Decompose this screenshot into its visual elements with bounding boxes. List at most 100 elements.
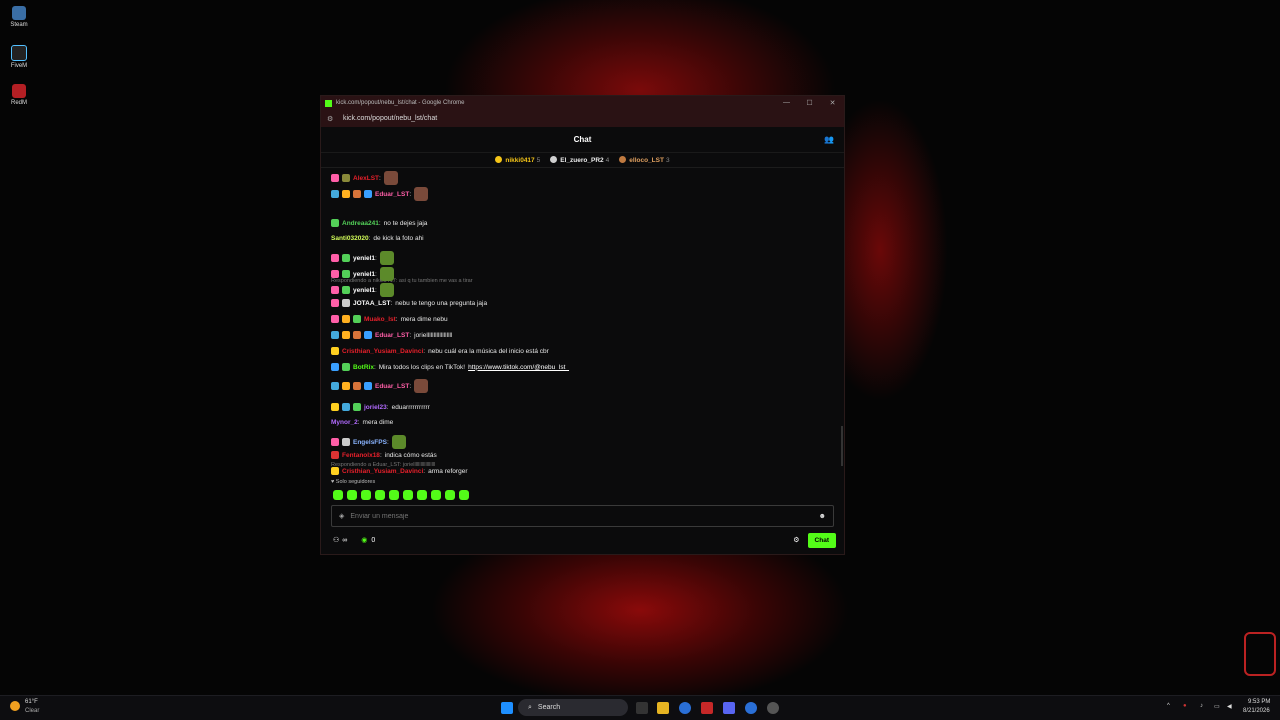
badge-icon[interactable] bbox=[342, 382, 350, 390]
file-explorer-icon[interactable] bbox=[657, 702, 669, 714]
emote-button[interactable] bbox=[375, 490, 385, 500]
badge-icon[interactable] bbox=[331, 382, 339, 390]
badge-icon[interactable] bbox=[342, 286, 350, 294]
chat-scrollbar[interactable] bbox=[841, 426, 843, 466]
emote-image[interactable] bbox=[379, 283, 394, 297]
address-bar[interactable]: ⚙ kick.com/popout/nebu_lst/chat bbox=[321, 110, 844, 127]
badge-icon[interactable] bbox=[342, 299, 350, 307]
badge-icon[interactable] bbox=[364, 331, 372, 339]
clock-date[interactable]: 8/21/2026 bbox=[1243, 708, 1270, 714]
settings-icon[interactable]: ⚙ bbox=[793, 536, 799, 544]
emote-image[interactable] bbox=[414, 379, 429, 393]
emote-button[interactable] bbox=[459, 490, 469, 500]
emote-image[interactable] bbox=[383, 171, 398, 185]
badge-icon[interactable] bbox=[342, 190, 350, 198]
desktop-icon-redm[interactable]: RedM bbox=[6, 84, 32, 106]
badge-icon[interactable] bbox=[331, 467, 339, 475]
badge-icon[interactable] bbox=[342, 438, 350, 446]
gifter-item[interactable]: El_zuero_PR2 4 bbox=[550, 156, 609, 164]
emote-image[interactable] bbox=[391, 435, 406, 449]
badge-icon[interactable] bbox=[342, 331, 350, 339]
badge-icon[interactable] bbox=[331, 438, 339, 446]
close-icon[interactable]: ✕ bbox=[821, 99, 844, 107]
chat-username[interactable]: joriel23 bbox=[364, 404, 387, 411]
chat-link[interactable]: https://www.tiktok.com/@nebu_lst_ bbox=[468, 364, 569, 371]
weather-condition[interactable]: Clear bbox=[25, 708, 39, 714]
chat-username[interactable]: yeniel1 bbox=[353, 271, 375, 278]
desktop-icon-fivem[interactable]: FiveM bbox=[6, 45, 32, 69]
badge-icon[interactable] bbox=[353, 403, 361, 411]
send-chat-button[interactable]: Chat bbox=[807, 532, 836, 548]
badge-icon[interactable] bbox=[331, 286, 339, 294]
emoji-picker-icon[interactable]: ☻ bbox=[819, 513, 826, 520]
maximize-icon[interactable]: ☐ bbox=[798, 99, 821, 107]
network-icon[interactable]: ▭ bbox=[1214, 703, 1220, 710]
chat-username[interactable]: Santi032020 bbox=[331, 235, 369, 242]
badge-icon[interactable] bbox=[331, 451, 339, 459]
chat-username[interactable]: yeniel1 bbox=[353, 287, 375, 294]
chat-username[interactable]: AlexLST bbox=[353, 175, 379, 182]
chat-username[interactable]: Eduar_LST bbox=[375, 332, 409, 339]
chrome-active-icon[interactable] bbox=[745, 702, 757, 714]
weather-temp[interactable]: 61°F bbox=[25, 699, 38, 705]
emote-button[interactable] bbox=[347, 490, 357, 500]
points-icon[interactable]: ◉ bbox=[361, 536, 367, 544]
badge-icon[interactable] bbox=[342, 315, 350, 323]
badge-icon[interactable] bbox=[342, 363, 350, 371]
chrome-icon[interactable] bbox=[679, 702, 691, 714]
emote-image[interactable] bbox=[379, 251, 394, 265]
tray-app-icon[interactable]: ● bbox=[1183, 703, 1187, 709]
chat-username[interactable]: Andreaa241 bbox=[342, 220, 379, 227]
site-info-icon[interactable]: ⚙ bbox=[327, 115, 335, 123]
badge-icon[interactable] bbox=[331, 299, 339, 307]
desktop-icon-steam[interactable]: Steam bbox=[6, 6, 32, 28]
task-view-icon[interactable] bbox=[636, 702, 648, 714]
emote-button[interactable] bbox=[431, 490, 441, 500]
gifter-item[interactable]: elloco_LST 3 bbox=[619, 156, 670, 164]
badge-icon[interactable] bbox=[342, 270, 350, 278]
badge-icon[interactable] bbox=[353, 331, 361, 339]
chat-username[interactable]: JOTAA_LST bbox=[353, 300, 390, 307]
badge-icon[interactable] bbox=[331, 219, 339, 227]
badge-icon[interactable] bbox=[353, 190, 361, 198]
emote-button[interactable] bbox=[403, 490, 413, 500]
badge-icon[interactable] bbox=[342, 403, 350, 411]
badge-icon[interactable] bbox=[364, 190, 372, 198]
emote-button[interactable] bbox=[361, 490, 371, 500]
chat-username[interactable]: Eduar_LST bbox=[375, 191, 409, 198]
badge-icon[interactable] bbox=[331, 331, 339, 339]
badge-icon[interactable] bbox=[342, 254, 350, 262]
chat-username[interactable]: Muako_lst bbox=[364, 316, 396, 323]
emote-image[interactable] bbox=[379, 267, 394, 281]
taskbar-search[interactable]: ⌕ Search bbox=[518, 699, 628, 716]
chat-username[interactable]: Eduar_LST bbox=[375, 383, 409, 390]
chat-username[interactable]: Cristhian_Yusiam_Davinci bbox=[342, 348, 423, 355]
chat-username[interactable]: Cristhian_Yusiam_Davinci bbox=[342, 468, 423, 475]
gifter-item[interactable]: nikki0417 5 bbox=[495, 156, 540, 164]
badge-icon[interactable] bbox=[331, 315, 339, 323]
chat-username[interactable]: EngelsFPS bbox=[353, 439, 387, 446]
volume-icon[interactable]: ◀ bbox=[1227, 703, 1232, 710]
emote-button[interactable] bbox=[445, 490, 455, 500]
users-icon[interactable]: 👥 bbox=[824, 135, 834, 144]
emote-button[interactable] bbox=[333, 490, 343, 500]
app-icon[interactable] bbox=[701, 702, 713, 714]
badge-icon[interactable] bbox=[331, 270, 339, 278]
chat-username[interactable]: yeniel1 bbox=[353, 255, 375, 262]
tray-chevron-icon[interactable]: ^ bbox=[1167, 703, 1170, 709]
badge-icon[interactable] bbox=[331, 403, 339, 411]
chat-username[interactable]: BotRix bbox=[353, 364, 374, 371]
chat-username[interactable]: Mynor_2 bbox=[331, 419, 358, 426]
badge-icon[interactable] bbox=[353, 382, 361, 390]
windows-start-icon[interactable] bbox=[501, 702, 513, 714]
chat-username[interactable]: Fentanolx18 bbox=[342, 452, 380, 459]
badge-icon[interactable] bbox=[331, 174, 339, 182]
chat-message-input[interactable] bbox=[344, 512, 819, 520]
badge-icon[interactable] bbox=[331, 190, 339, 198]
microphone-icon[interactable]: ♪ bbox=[1200, 703, 1203, 709]
app-icon[interactable] bbox=[767, 702, 779, 714]
badge-icon[interactable] bbox=[353, 315, 361, 323]
emote-button[interactable] bbox=[417, 490, 427, 500]
emote-image[interactable] bbox=[414, 187, 429, 201]
badge-icon[interactable] bbox=[331, 363, 339, 371]
